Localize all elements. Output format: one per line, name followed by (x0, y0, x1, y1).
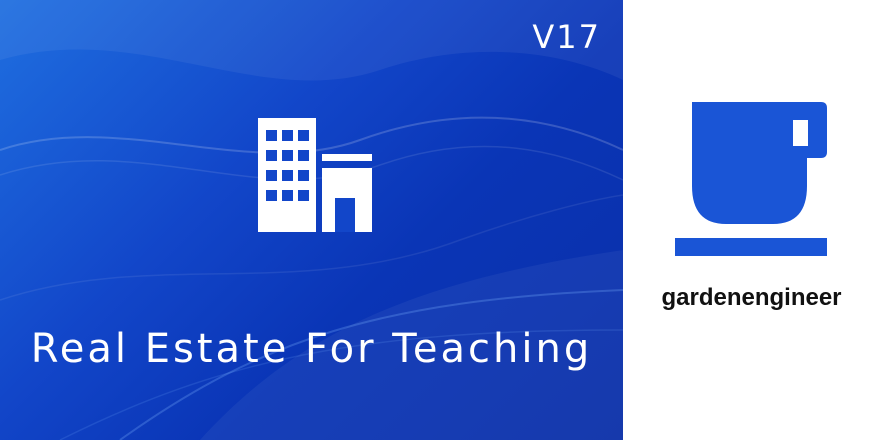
banner-panel: V17 Real Estate For Teaching (0, 0, 623, 440)
version-label: V17 (532, 18, 601, 56)
author-name: gardenengineer (661, 284, 842, 311)
office-building-icon (258, 118, 372, 232)
app-banner: V17 Real Estate For Teaching gardenengin… (0, 0, 880, 440)
coffee-cup-icon (675, 102, 827, 256)
author-panel: gardenengineer (623, 0, 880, 440)
app-title: Real Estate For Teaching (30, 326, 593, 372)
